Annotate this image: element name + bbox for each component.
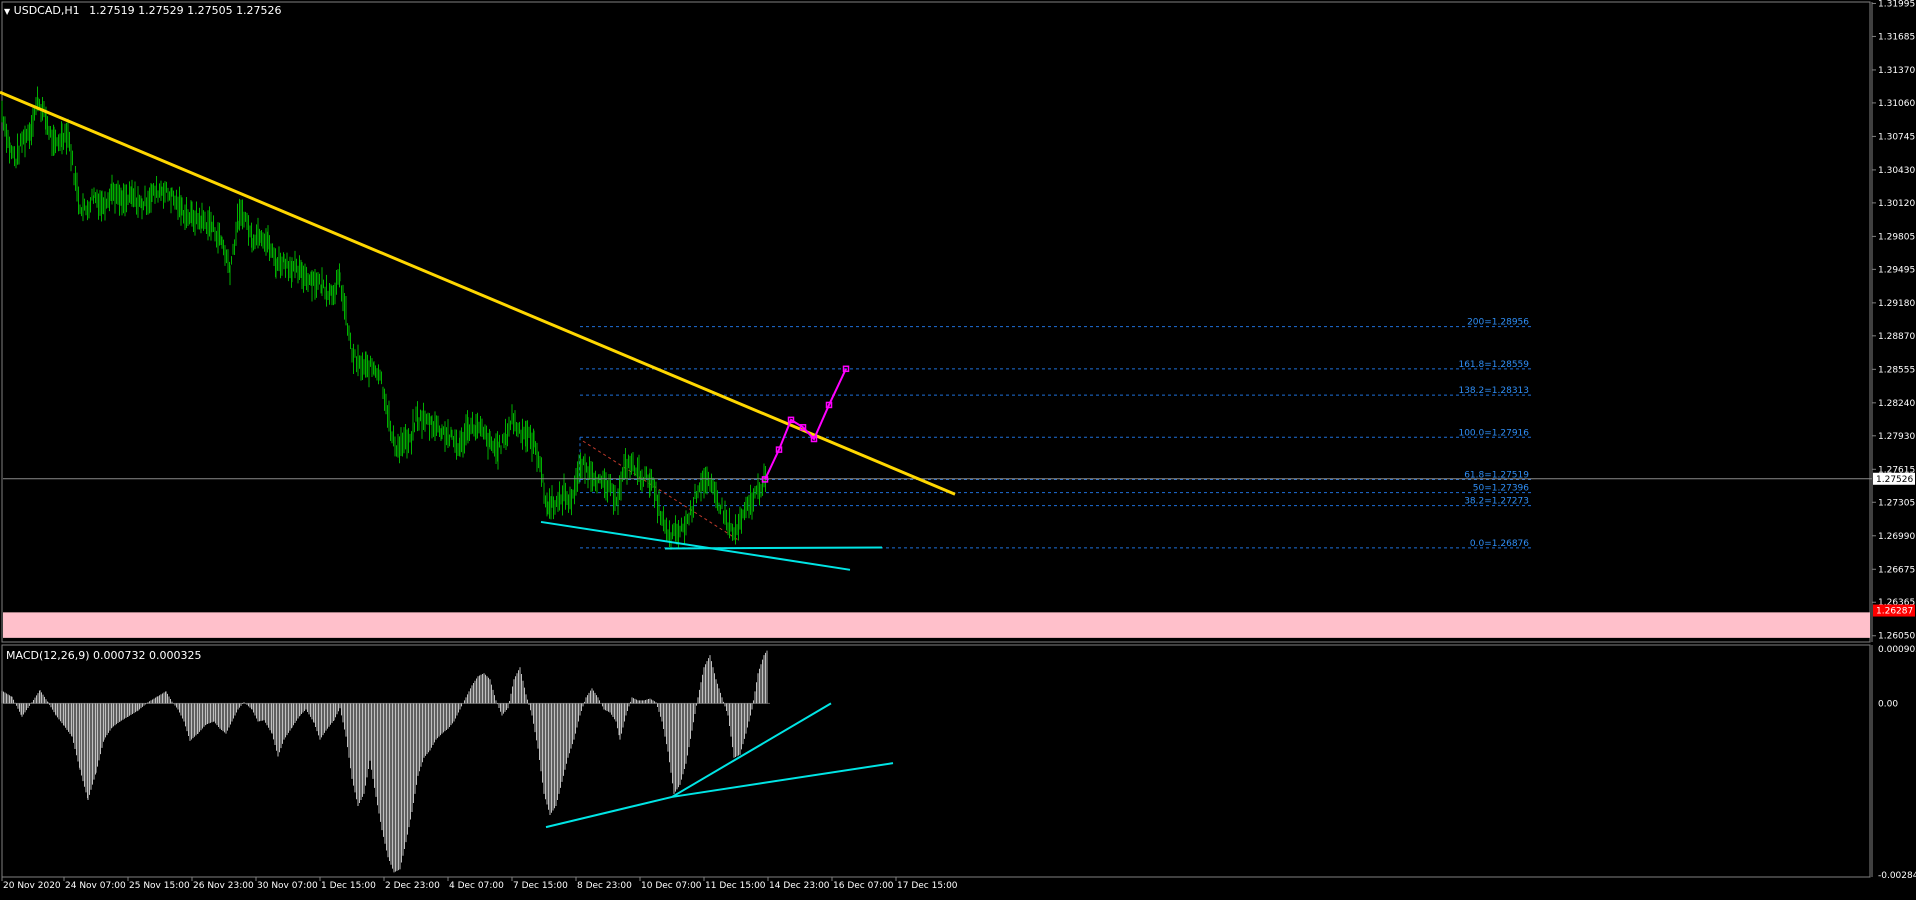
time-tick-label: 17 Dec 15:00 — [897, 881, 958, 891]
price-tick-label: 1.30745 — [1878, 132, 1915, 142]
fib-level-label: 161.8=1.28559 — [1458, 360, 1529, 370]
zone-price-label: 1.26287 — [1876, 607, 1913, 617]
macd-tick-label: 0.00 — [1878, 699, 1898, 709]
time-tick-label: 25 Nov 15:00 — [129, 881, 190, 891]
price-tick-label: 1.31060 — [1878, 99, 1915, 109]
price-tick-label: 1.28555 — [1878, 365, 1915, 375]
time-tick-label: 14 Dec 23:00 — [769, 881, 830, 891]
time-tick-label: 26 Nov 23:00 — [193, 881, 254, 891]
time-tick-label: 24 Nov 07:00 — [65, 881, 126, 891]
price-tick-label: 1.26990 — [1878, 532, 1915, 542]
price-tick-label: 1.31370 — [1878, 66, 1915, 76]
chart-header: ▼ USDCAD,H1 1.27519 1.27529 1.27505 1.27… — [4, 4, 282, 17]
time-tick-label: 4 Dec 07:00 — [449, 881, 504, 891]
time-tick-label: 8 Dec 23:00 — [577, 881, 632, 891]
time-tick-label: 30 Nov 07:00 — [257, 881, 318, 891]
time-tick-label: 1 Dec 15:00 — [321, 881, 376, 891]
time-tick-label: 2 Dec 23:00 — [385, 881, 440, 891]
macd-header: MACD(12,26,9) 0.000732 0.000325 — [6, 649, 202, 662]
fib-level-label: 50=1.27396 — [1473, 484, 1529, 494]
support-zone-rectangle[interactable] — [3, 612, 1870, 638]
dropdown-triangle-icon[interactable]: ▼ — [4, 7, 10, 16]
price-tick-label: 1.28870 — [1878, 332, 1915, 342]
time-tick-label: 11 Dec 15:00 — [705, 881, 766, 891]
price-tick-label: 1.30120 — [1878, 199, 1915, 209]
time-tick-label: 16 Dec 07:00 — [833, 881, 894, 891]
ohlc-values: 1.27519 1.27529 1.27505 1.27526 — [89, 4, 282, 17]
time-tick-label: 7 Dec 15:00 — [513, 881, 568, 891]
price-tick-label: 1.29805 — [1878, 232, 1915, 242]
time-tick-label: 20 Nov 2020 — [3, 881, 61, 891]
price-tick-label: 1.28240 — [1878, 399, 1915, 409]
chart-background — [0, 0, 1916, 896]
price-tick-label: 1.31995 — [1878, 0, 1915, 9]
fib-level-label: 200=1.28956 — [1467, 318, 1529, 328]
chart-canvas[interactable]: 200=1.28956 161.8=1.28559 138.2=1.28313 100… — [0, 0, 1916, 896]
price-tick-label: 1.26675 — [1878, 565, 1915, 575]
price-tick-label: 1.30430 — [1878, 166, 1915, 176]
price-tick-label: 1.26050 — [1878, 632, 1915, 642]
macd-tick-label: -0.002844 — [1878, 871, 1916, 881]
current-price-label: 1.27526 — [1876, 475, 1913, 485]
macd-tick-label: 0.000902 — [1878, 645, 1916, 655]
price-tick-label: 1.29495 — [1878, 265, 1915, 275]
fib-level-label: 138.2=1.28313 — [1458, 386, 1529, 396]
support-line — [664, 546, 883, 550]
price-tick-label: 1.29180 — [1878, 299, 1915, 309]
chart-window[interactable]: 200=1.28956 161.8=1.28559 138.2=1.28313 100… — [0, 0, 1916, 896]
symbol-label: USDCAD,H1 — [13, 4, 80, 17]
price-tick-label: 1.31685 — [1878, 32, 1915, 42]
fib-level-label: 38.2=1.27273 — [1464, 497, 1529, 507]
time-tick-label: 10 Dec 07:00 — [641, 881, 702, 891]
fib-level-label: 0.0=1.26876 — [1470, 539, 1529, 549]
price-tick-label: 1.27930 — [1878, 432, 1915, 442]
fib-level-label: 100.0=1.27916 — [1458, 428, 1529, 438]
price-tick-label: 1.27305 — [1878, 498, 1915, 508]
